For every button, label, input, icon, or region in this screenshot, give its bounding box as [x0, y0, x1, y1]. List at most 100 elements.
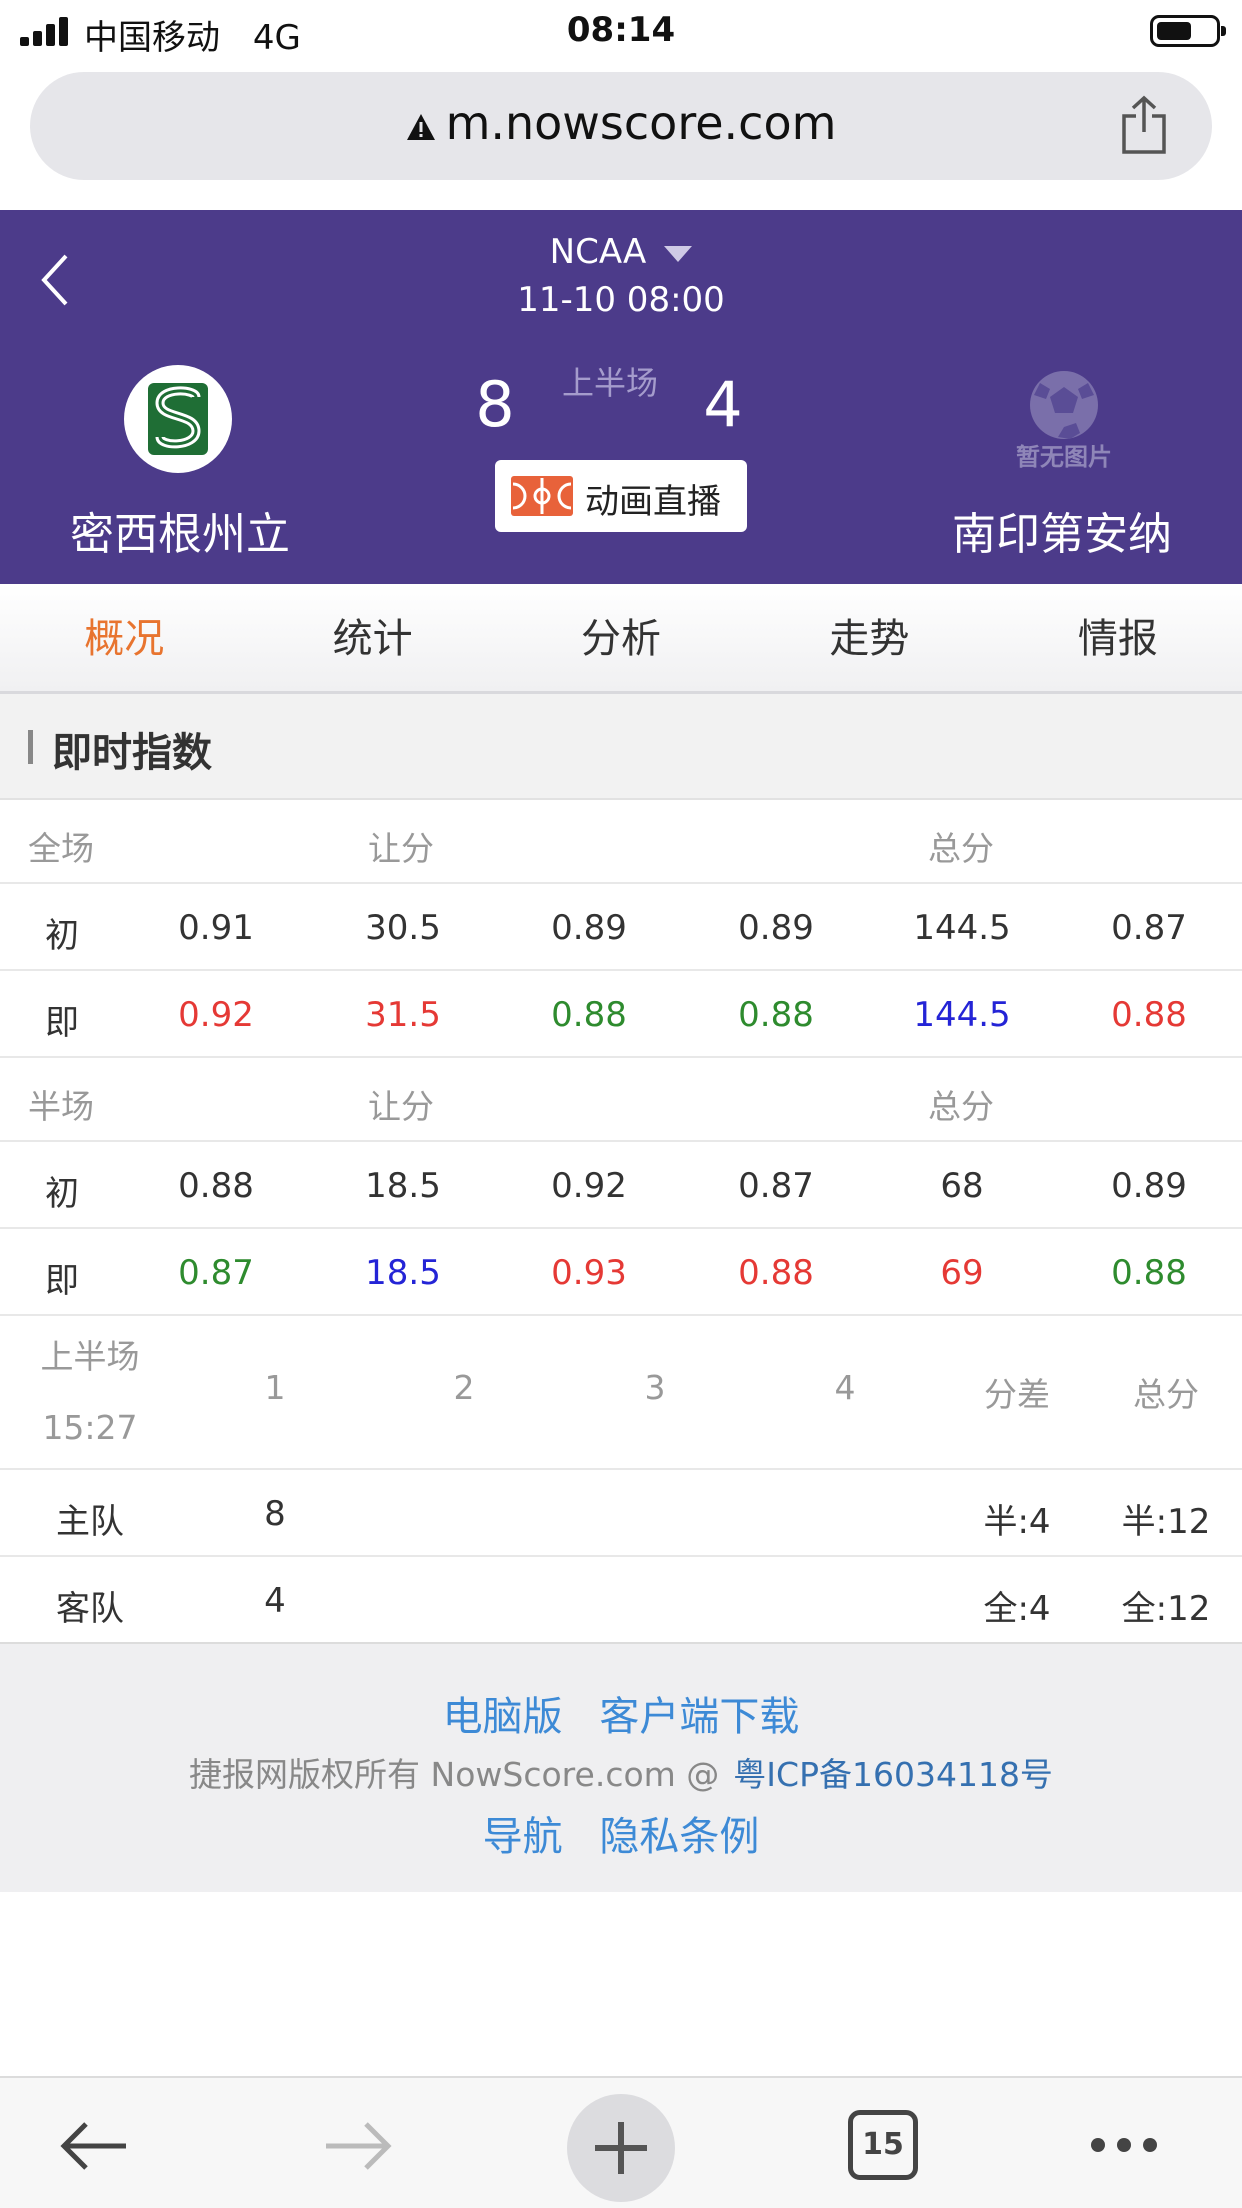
quarter-row-home: 主队 8 半:4 半:12: [0, 1470, 1242, 1557]
quarter-score-header: 上半场 15:27 1 2 3 4 分差 总分: [0, 1310, 1242, 1470]
quarter-row-away: 客队 4 全:4 全:12: [0, 1557, 1242, 1644]
odds-cell: 0.88: [738, 995, 814, 1035]
quarter-header: 2: [453, 1368, 475, 1407]
odds-cell: 0.87: [178, 1253, 254, 1293]
diff-header: 分差: [984, 1375, 1050, 1414]
home-team-name: 密西根州立: [70, 509, 290, 560]
odds-cell: 18.5: [365, 1166, 441, 1206]
away-logo-text: 暂无图片: [1016, 443, 1112, 471]
match-tabs: 概况 统计 分析 走势 情报: [0, 584, 1242, 694]
warning-icon: [406, 113, 435, 140]
row-label: 即: [45, 1261, 79, 1301]
odds-row-half-initial: 初 0.88 18.5 0.92 0.87 68 0.89: [0, 1142, 1242, 1229]
away-diff: 全:4: [983, 1589, 1051, 1629]
forward-icon[interactable]: [322, 2118, 394, 2174]
odds-row-full-initial: 初 0.91 30.5 0.89 0.89 144.5 0.87: [0, 884, 1242, 971]
section-marker: [28, 730, 33, 764]
odds-cell: 0.88: [1111, 995, 1187, 1035]
home-row-label: 主队: [56, 1502, 124, 1542]
current-period: 上半场: [40, 1337, 140, 1376]
odds-cell: 0.88: [551, 995, 627, 1035]
quarter-header: 4: [834, 1368, 856, 1407]
navigation-link[interactable]: 导航: [483, 1814, 563, 1860]
odds-cell: 0.89: [738, 908, 814, 948]
new-tab-button[interactable]: [567, 2094, 675, 2202]
odds-cell: 0.88: [738, 1253, 814, 1293]
odds-cell: 30.5: [365, 908, 441, 948]
quarter-header: 3: [644, 1368, 666, 1407]
away-row-label: 客队: [56, 1589, 124, 1629]
odds-cell: 31.5: [365, 995, 441, 1035]
odds-cell: 0.87: [1111, 908, 1187, 948]
live-animation-button[interactable]: 动画直播: [495, 460, 747, 532]
full-game-label: 全场: [28, 829, 94, 868]
odds-cell: 69: [940, 1253, 984, 1293]
court-icon: [511, 476, 573, 516]
tab-stats[interactable]: 统计: [248, 584, 496, 691]
odds-cell: 0.91: [178, 908, 254, 948]
away-total: 全:12: [1121, 1589, 1211, 1629]
odds-cell: 0.88: [1111, 1253, 1187, 1293]
total-header: 总分: [1133, 1375, 1199, 1414]
away-q1-score: 4: [264, 1581, 286, 1621]
odds-row-full-live: 即 0.92 31.5 0.88 0.88 144.5 0.88: [0, 971, 1242, 1058]
url-display[interactable]: m.nowscore.com: [30, 96, 1212, 150]
tab-intel[interactable]: 情报: [994, 584, 1242, 691]
odds-cell: 144.5: [913, 995, 1011, 1035]
privacy-link[interactable]: 隐私条例: [599, 1814, 759, 1860]
odds-cell: 68: [940, 1166, 984, 1206]
home-total: 半:12: [1121, 1502, 1211, 1542]
share-icon[interactable]: [1118, 94, 1170, 156]
browser-toolbar: 15: [0, 2076, 1242, 2208]
quarter-score-table: 上半场 15:27 1 2 3 4 分差 总分 主队 8 半:4 半:12 客队…: [0, 1310, 1242, 1644]
status-bar: 中国移动 4G 08:14: [0, 0, 1242, 62]
away-team-logo-placeholder: 暂无图片: [1010, 365, 1118, 473]
odds-cell: 0.92: [178, 995, 254, 1035]
more-options-icon[interactable]: [1088, 2132, 1160, 2158]
section-title: 即时指数: [52, 730, 212, 776]
app-download-link[interactable]: 客户端下载: [599, 1694, 799, 1740]
live-button-label: 动画直播: [585, 482, 721, 522]
game-clock: 15:27: [42, 1408, 138, 1447]
address-bar[interactable]: m.nowscore.com: [30, 72, 1212, 180]
odds-cell: 144.5: [913, 908, 1011, 948]
copyright-text: 捷报网版权所有 NowScore.com @: [189, 1755, 720, 1794]
odds-row-half-live: 即 0.87 18.5 0.93 0.88 69 0.88: [0, 1229, 1242, 1316]
tab-overview[interactable]: 概况: [0, 584, 248, 691]
home-diff: 半:4: [983, 1502, 1051, 1542]
full-handicap-label: 让分: [368, 829, 434, 868]
odds-cell: 0.87: [738, 1166, 814, 1206]
match-header: NCAA 11-10 08:00 密西根州立 8 上半场 4 动画直播 暂无图片: [0, 210, 1242, 584]
dropdown-caret-icon: [664, 245, 693, 262]
home-q1-score: 8: [264, 1494, 286, 1534]
odds-subheader-half: 半场 让分 总分: [0, 1058, 1242, 1142]
battery-icon: [1150, 15, 1226, 47]
away-score: 4: [703, 368, 743, 441]
quarter-header: 1: [264, 1368, 286, 1407]
full-total-label: 总分: [928, 829, 994, 868]
section-header: 即时指数: [0, 694, 1242, 800]
tab-trend[interactable]: 走势: [745, 584, 993, 691]
tab-count: 15: [862, 2127, 904, 2162]
away-team-name: 南印第安纳: [952, 509, 1172, 560]
url-text: m.nowscore.com: [445, 96, 837, 150]
odds-cell: 0.89: [551, 908, 627, 948]
period-label: 上半场: [561, 364, 658, 402]
icp-link[interactable]: 粤ICP备16034118号: [733, 1755, 1053, 1794]
home-team-logo: [124, 365, 232, 473]
half-handicap-label: 让分: [368, 1087, 434, 1126]
odds-cell: 0.92: [551, 1166, 627, 1206]
match-datetime: 11-10 08:00: [517, 280, 725, 320]
odds-cell: 0.93: [551, 1253, 627, 1293]
league-selector[interactable]: NCAA: [0, 232, 1242, 272]
home-score: 8: [475, 368, 515, 441]
desktop-version-link[interactable]: 电脑版: [443, 1694, 563, 1740]
league-name: NCAA: [549, 232, 647, 272]
page-footer: 电脑版 客户端下载 捷报网版权所有 NowScore.com @ 粤ICP备160…: [0, 1642, 1242, 1892]
odds-cell: 0.88: [178, 1166, 254, 1206]
odds-cell: 0.89: [1111, 1166, 1187, 1206]
plus-icon: [595, 2122, 647, 2174]
tab-analysis[interactable]: 分析: [497, 584, 745, 691]
back-icon[interactable]: [58, 2118, 130, 2174]
tabs-button[interactable]: 15: [848, 2110, 918, 2180]
